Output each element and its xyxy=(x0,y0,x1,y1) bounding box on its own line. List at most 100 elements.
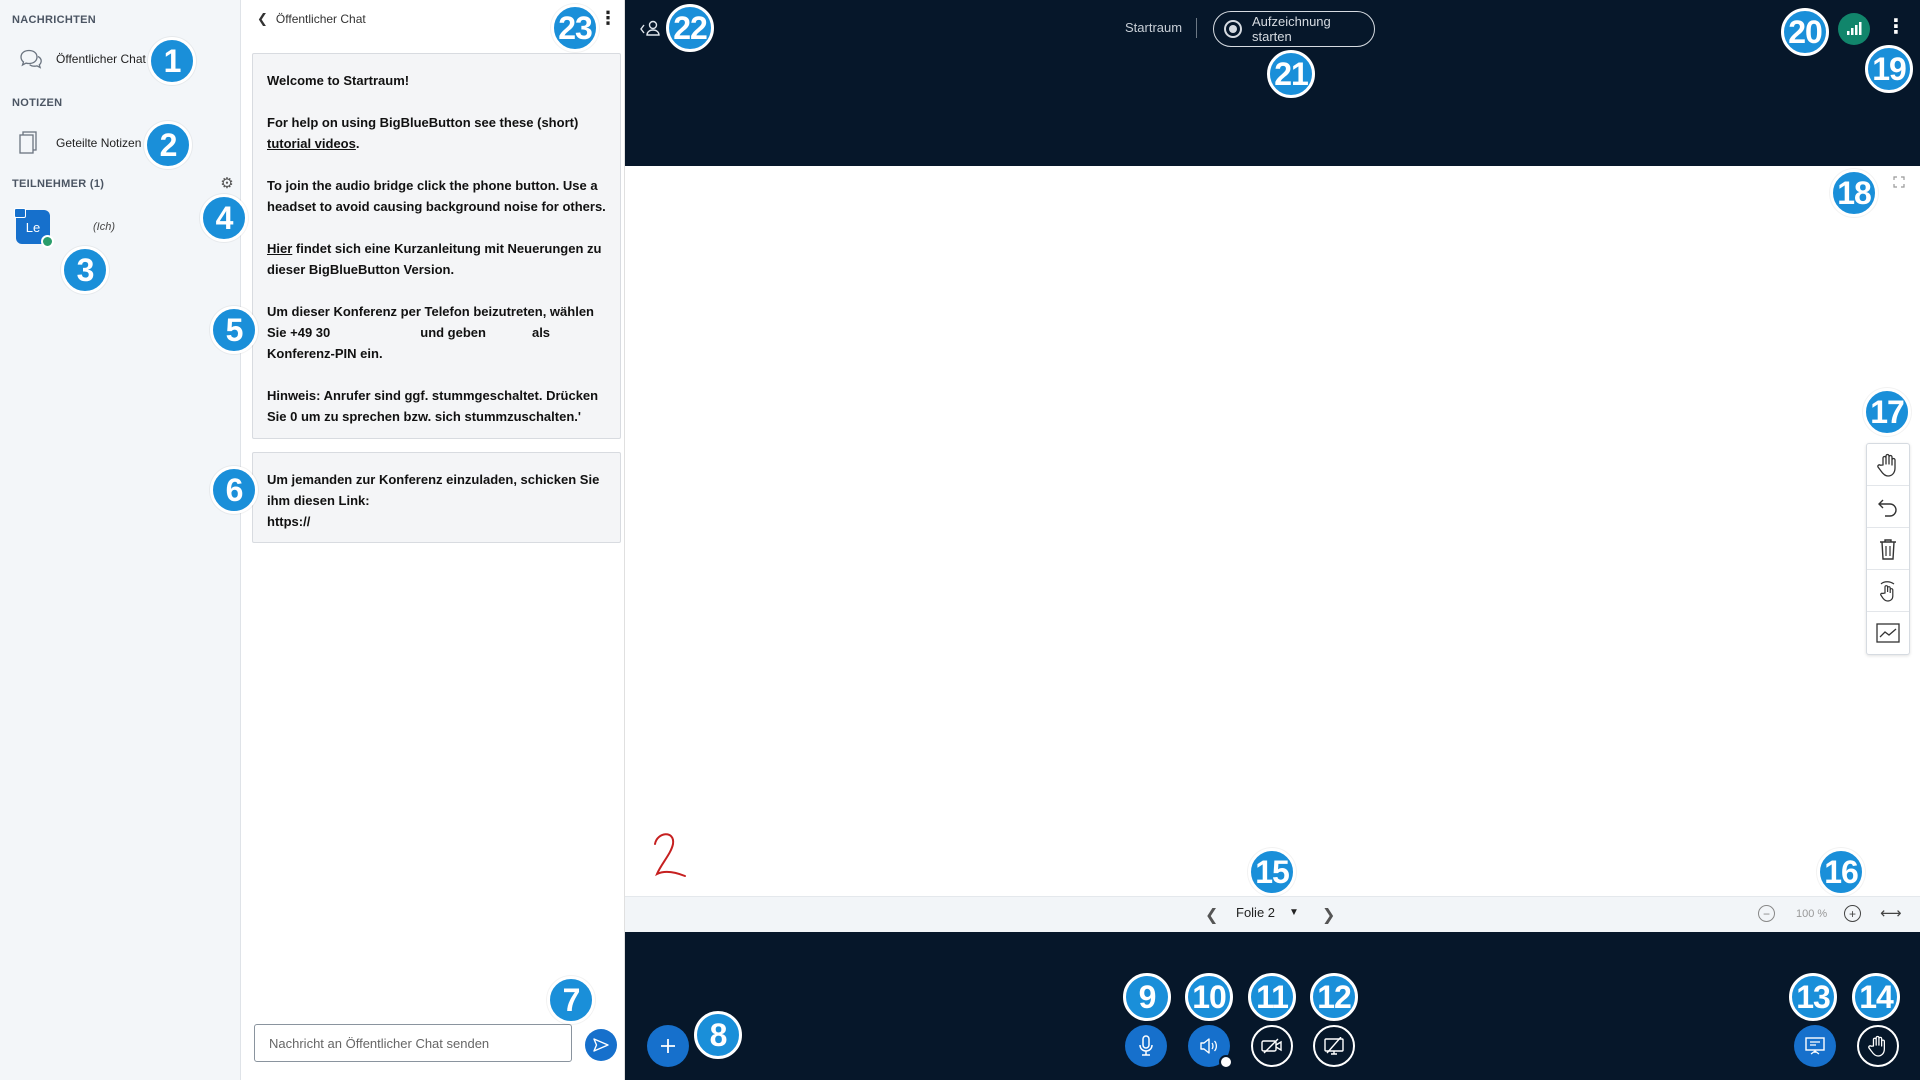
welcome-message: Welcome to Startraum! For help on using … xyxy=(252,53,621,439)
draw-tool[interactable] xyxy=(1867,612,1909,654)
callout-badge-4: 4 xyxy=(200,194,248,242)
raise-hand-button[interactable] xyxy=(1857,1025,1899,1067)
callout-badge-18: 18 xyxy=(1830,169,1878,217)
callout-badge-15: 15 xyxy=(1248,848,1296,896)
callout-badge-21: 21 xyxy=(1267,50,1315,98)
pan-hand-tool[interactable] xyxy=(1867,444,1909,486)
chat-bubbles-icon xyxy=(20,49,42,69)
callout-badge-14: 14 xyxy=(1852,973,1900,1021)
send-icon xyxy=(593,1038,609,1052)
user-me-label: (Ich) xyxy=(93,221,115,233)
user-list-toggle[interactable] xyxy=(638,18,664,40)
callout-badge-2: 2 xyxy=(144,121,192,169)
send-message-button[interactable] xyxy=(585,1029,617,1061)
callout-badge-5: 5 xyxy=(210,306,258,354)
signal-bars-icon xyxy=(1847,22,1862,35)
connection-status-button[interactable] xyxy=(1838,13,1870,45)
screenshare-off-icon xyxy=(1324,1037,1344,1055)
topbar-divider xyxy=(1196,18,1197,38)
callout-badge-7: 7 xyxy=(547,976,595,1024)
chat-header[interactable]: ❮ Öffentlicher Chat xyxy=(257,11,366,27)
user-avatar[interactable]: Le xyxy=(14,208,54,248)
audio-bridge-text: To join the audio bridge click the phone… xyxy=(267,178,606,214)
microphone-button[interactable] xyxy=(1125,1025,1167,1067)
messages-section-title: NACHRICHTEN xyxy=(12,14,96,26)
here-text: findet sich eine Kurzanleitung mit Neuer… xyxy=(267,241,602,277)
public-chat-label: Öffentlicher Chat xyxy=(56,52,146,66)
callout-badge-12: 12 xyxy=(1310,973,1358,1021)
participants-section-title: TEILNEHMER (1) xyxy=(12,178,105,190)
presenter-icon xyxy=(14,208,26,218)
presentation-screen-icon xyxy=(1805,1037,1825,1055)
public-chat-item[interactable]: Öffentlicher Chat xyxy=(18,48,146,70)
record-label: Aufzeichnung starten xyxy=(1251,14,1331,44)
chat-options-kebab-icon[interactable]: ⋮ xyxy=(599,9,617,27)
actions-plus-button[interactable] xyxy=(647,1025,689,1067)
expand-icon xyxy=(1893,176,1905,188)
undo-tool[interactable] xyxy=(1867,486,1909,528)
multi-user-pointer-icon xyxy=(1880,580,1895,602)
presentation-toggle-button[interactable] xyxy=(1794,1025,1836,1067)
welcome-room: Startraum xyxy=(343,73,405,88)
shared-notes-label: Geteilte Notizen xyxy=(56,136,142,150)
screenshare-button[interactable] xyxy=(1313,1025,1355,1067)
tutorial-videos-link[interactable]: tutorial videos xyxy=(267,136,356,151)
callout-badge-16: 16 xyxy=(1817,848,1865,896)
presentation-navigation-bar: ❮ Folie 2 ▼ ❯ − 100 % + ⟷ xyxy=(625,896,1920,932)
next-slide-chevron-right-icon[interactable]: ❯ xyxy=(1322,905,1335,925)
undo-icon xyxy=(1878,499,1897,517)
help-end: . xyxy=(355,136,360,151)
invite-message: Um jemanden zur Konferenz einzuladen, sc… xyxy=(252,452,621,543)
phone-text-2: und geben xyxy=(420,325,486,340)
options-menu-kebab-icon[interactable]: ⋮ xyxy=(1886,16,1906,38)
callout-badge-3: 3 xyxy=(61,246,109,294)
chevron-left-icon[interactable]: ❮ xyxy=(257,11,268,27)
welcome-prefix: Welcome to xyxy=(267,73,344,88)
audio-button[interactable] xyxy=(1188,1025,1233,1069)
fit-to-width-icon[interactable]: ⟷ xyxy=(1880,904,1902,922)
participants-settings-gear-icon[interactable]: ⚙ xyxy=(219,176,235,192)
clear-all-tool[interactable] xyxy=(1867,528,1909,570)
zoom-in-icon[interactable]: + xyxy=(1844,905,1861,922)
microphone-icon xyxy=(1139,1035,1153,1056)
phone-text-3: als xyxy=(531,325,551,340)
presentation-slide[interactable] xyxy=(625,166,1920,896)
callout-badge-10: 10 xyxy=(1185,973,1233,1021)
camera-button[interactable] xyxy=(1251,1025,1293,1067)
audio-settings-indicator[interactable] xyxy=(1219,1055,1233,1069)
zoom-out-icon[interactable]: − xyxy=(1758,905,1775,922)
callout-badge-23: 23 xyxy=(551,4,599,52)
chat-message-input[interactable]: Nachricht an Öffentlicher Chat senden xyxy=(254,1024,572,1062)
trash-icon xyxy=(1880,538,1896,560)
plus-icon xyxy=(661,1039,675,1053)
raise-hand-icon xyxy=(1868,1035,1885,1057)
phone-text-4: Konferenz-PIN ein. xyxy=(267,346,383,361)
callout-badge-9: 9 xyxy=(1123,973,1171,1021)
hand-icon xyxy=(1877,453,1896,477)
invite-text: Um jemanden zur Konferenz einzuladen, sc… xyxy=(267,472,600,508)
callout-badge-20: 20 xyxy=(1781,8,1829,56)
record-icon xyxy=(1224,20,1242,38)
chat-title: Öffentlicher Chat xyxy=(275,12,366,26)
previous-slide-chevron-left-icon[interactable]: ❮ xyxy=(1205,905,1218,925)
start-recording-button[interactable]: Aufzeichnung starten xyxy=(1213,11,1375,47)
help-text: For help on using BigBlueButton see thes… xyxy=(267,115,579,130)
welcome-suffix: ! xyxy=(404,73,410,88)
callout-badge-6: 6 xyxy=(210,466,258,514)
handwritten-annotation xyxy=(654,833,686,877)
user-initials: Le xyxy=(25,219,41,235)
notes-document-icon xyxy=(19,131,37,154)
user-toggle-icon xyxy=(640,20,660,36)
multi-user-tool[interactable] xyxy=(1867,570,1909,612)
callout-badge-17: 17 xyxy=(1863,388,1911,436)
fullscreen-icon[interactable] xyxy=(1893,176,1905,191)
user-status-icon xyxy=(41,235,54,248)
pen-line-icon xyxy=(1876,623,1900,643)
invite-link[interactable]: https:// xyxy=(267,514,310,529)
meeting-room-name: Startraum xyxy=(1125,20,1183,35)
here-link[interactable]: Hier xyxy=(267,241,292,256)
chevron-down-icon: ▼ xyxy=(1289,907,1299,918)
video-off-icon xyxy=(1261,1038,1282,1054)
slide-selector[interactable]: Folie 2 ▼ xyxy=(1236,905,1299,920)
shared-notes-item[interactable]: Geteilte Notizen xyxy=(18,130,141,156)
